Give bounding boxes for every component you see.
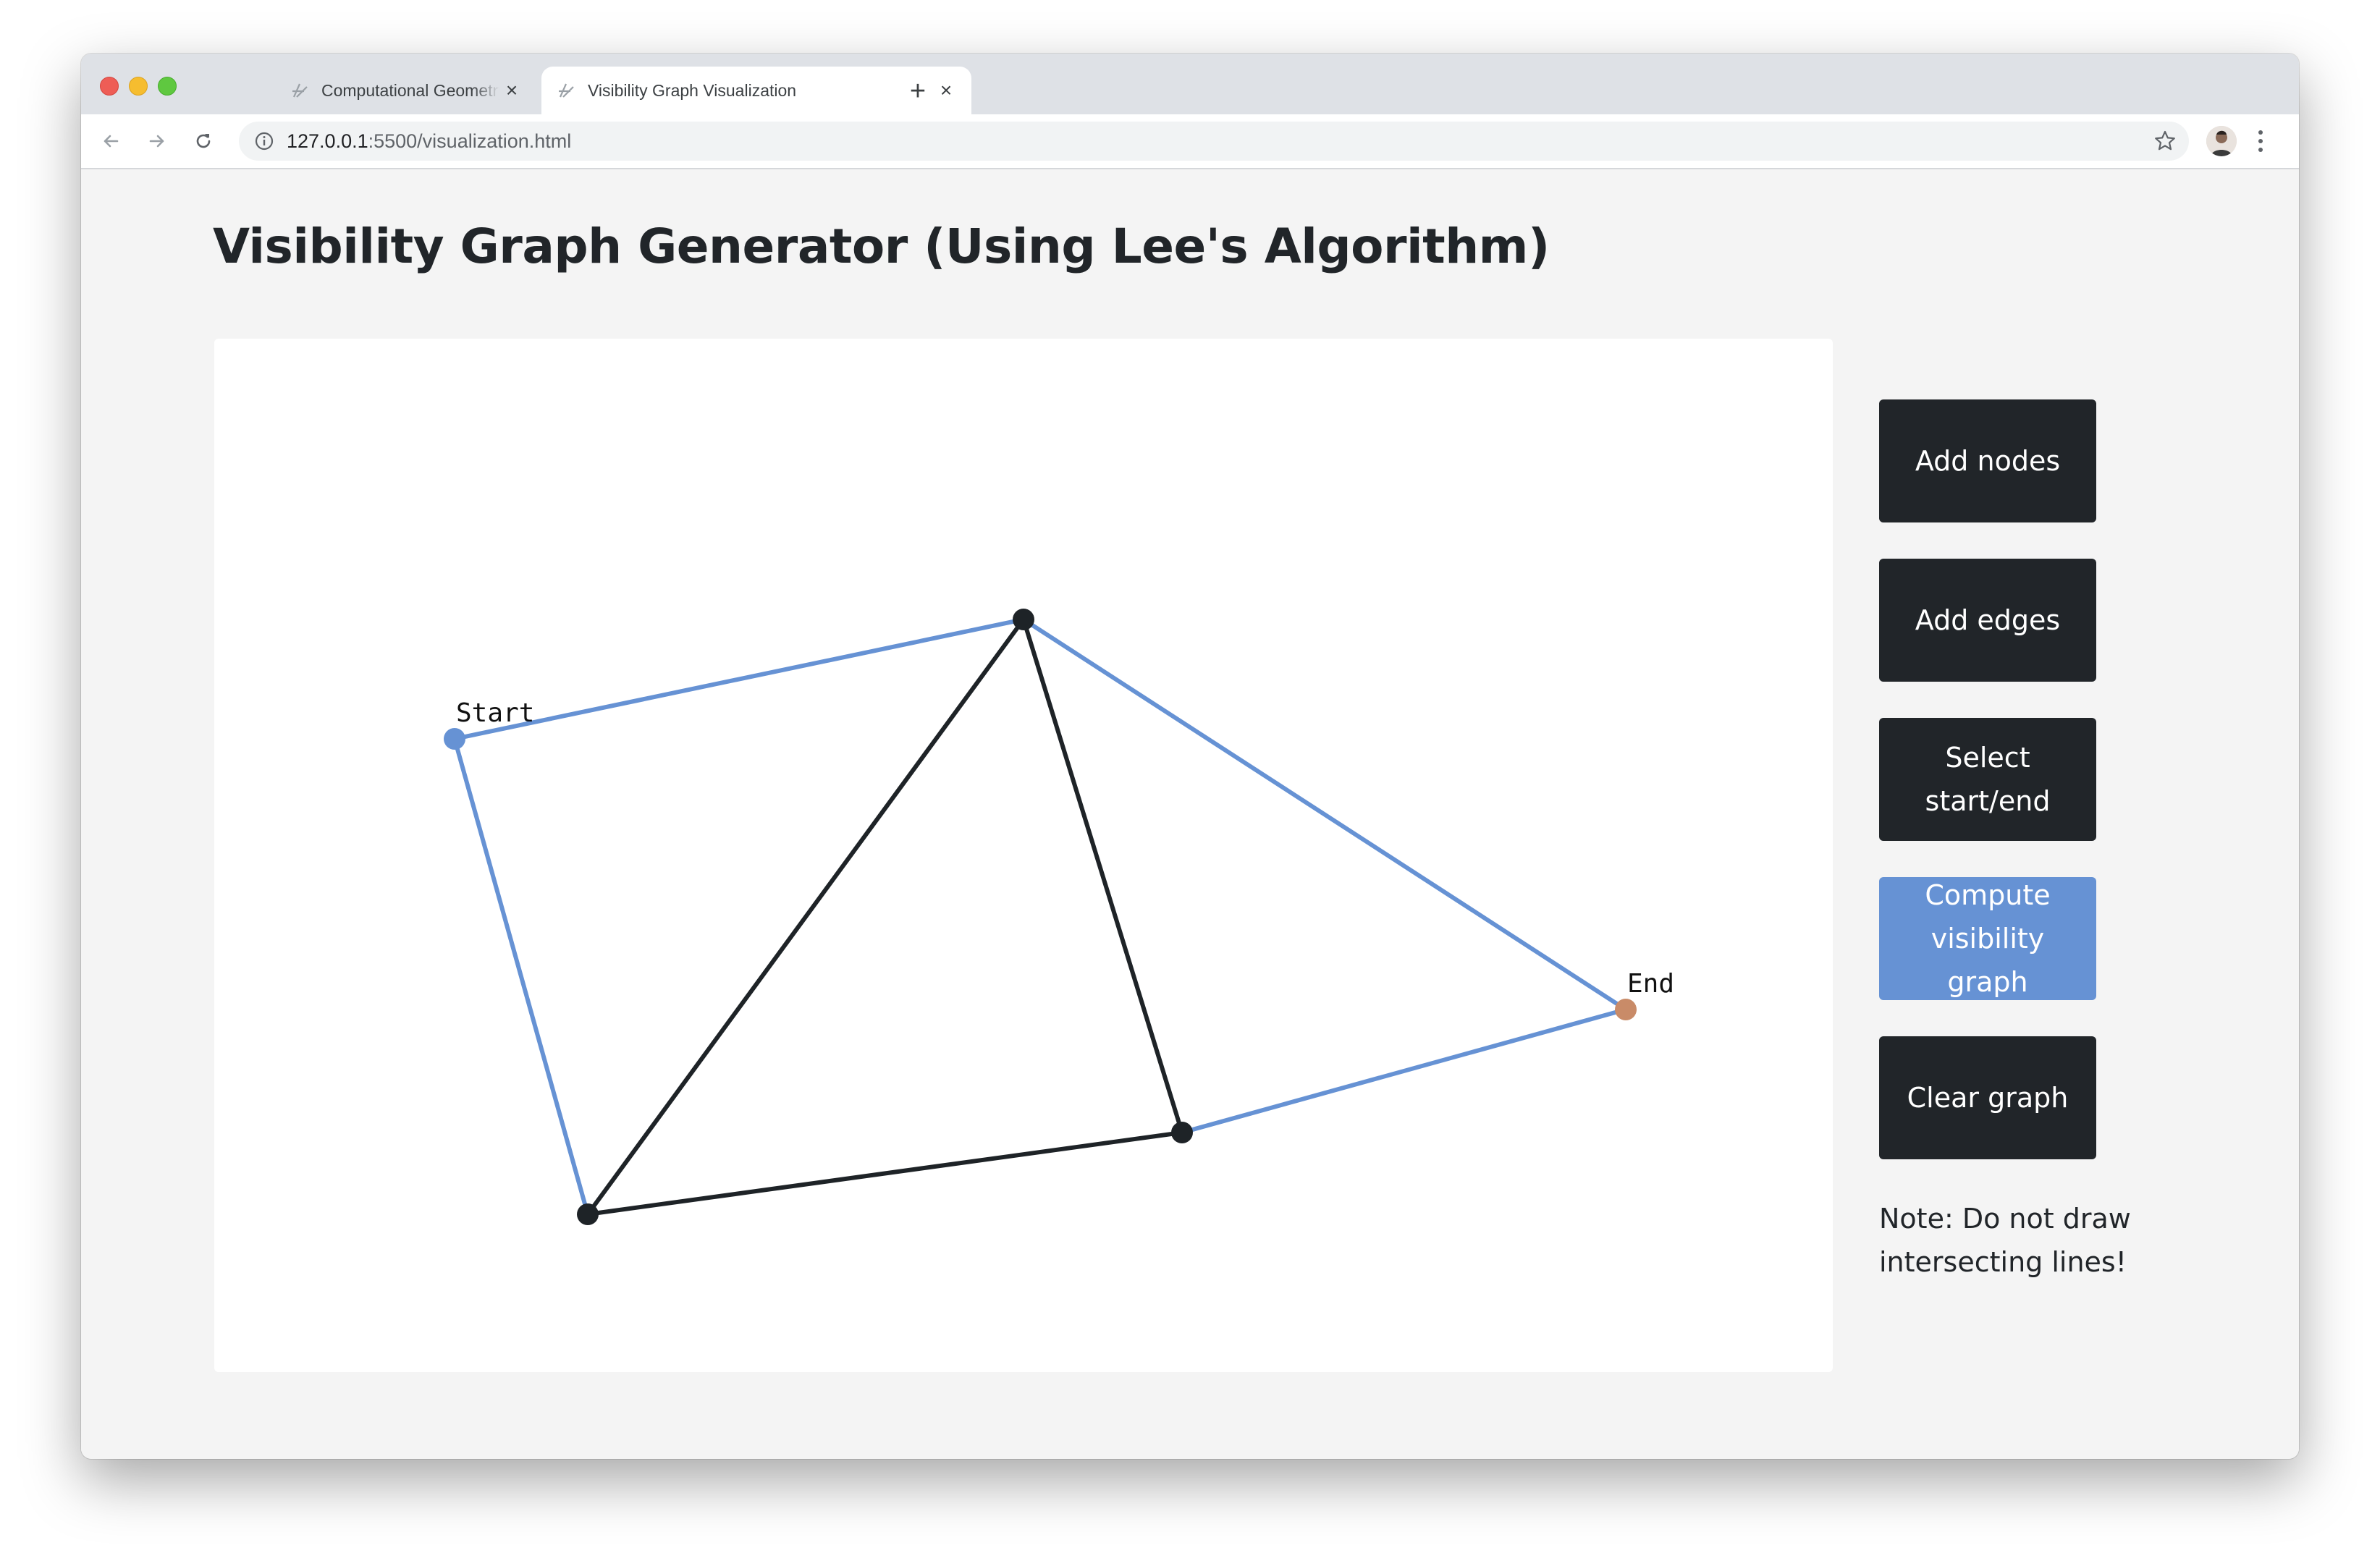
page-content: Visibility Graph Generator (Using Lee's … — [81, 169, 2299, 1459]
add-edges-button[interactable]: Add edges — [1879, 559, 2096, 682]
close-window-button[interactable] — [100, 77, 119, 96]
visibility-edge — [1180, 1007, 1628, 1135]
forward-button[interactable] — [140, 124, 174, 158]
add-nodes-button[interactable]: Add nodes — [1879, 399, 2096, 522]
back-button[interactable] — [94, 124, 127, 158]
obstacle-edge — [586, 617, 1026, 1216]
arrow-right-icon — [149, 135, 164, 148]
start-node[interactable] — [444, 728, 465, 750]
user-avatar-icon — [2206, 126, 2237, 156]
obstacle-edge — [586, 1130, 1184, 1216]
graph-node[interactable] — [577, 1203, 599, 1225]
graph-node[interactable] — [1013, 609, 1034, 630]
visibility-edge — [452, 617, 1026, 741]
new-tab-button[interactable]: + — [902, 75, 934, 107]
minimize-window-button[interactable] — [129, 77, 148, 96]
address-bar[interactable]: 127.0.0.1:5500/visualization.html — [239, 122, 2189, 161]
graph-node[interactable] — [1171, 1122, 1193, 1143]
visibility-edge — [452, 737, 590, 1216]
select-start-end-button[interactable]: Select start/end — [1879, 718, 2096, 841]
page-favicon-icon — [292, 83, 308, 98]
visibility-edge — [1021, 617, 1628, 1012]
maximize-window-button[interactable] — [158, 77, 177, 96]
reload-button[interactable] — [187, 124, 220, 158]
arrow-left-icon — [104, 135, 119, 148]
tab-bar: Computational Geometry and Vis × Visibil… — [81, 54, 2299, 114]
page-favicon-icon — [559, 83, 574, 98]
note-text: Note: Do not draw intersecting lines! — [1879, 1203, 2131, 1278]
tab-computational-geometry[interactable]: Computational Geometry and Vis × — [204, 67, 537, 114]
clear-graph-button[interactable]: Clear graph — [1879, 1036, 2096, 1159]
close-tab-icon[interactable]: × — [499, 78, 524, 103]
browser-toolbar: 127.0.0.1:5500/visualization.html — [81, 114, 2299, 169]
graph-drawing[interactable]: Start End — [214, 339, 1833, 1372]
bookmark-star-icon[interactable] — [2151, 127, 2179, 155]
compute-visibility-graph-button[interactable]: Compute visibility graph — [1879, 877, 2096, 1000]
url-path: :5500/visualization.html — [368, 130, 572, 152]
page-title: Visibility Graph Generator (Using Lee's … — [213, 219, 1550, 274]
graph-canvas[interactable]: Start End — [214, 339, 1833, 1372]
browser-menu-button[interactable] — [2250, 124, 2271, 158]
profile-avatar[interactable] — [2206, 126, 2237, 156]
start-label: Start — [456, 698, 534, 728]
reload-icon — [196, 134, 211, 148]
close-tab-icon[interactable]: × — [934, 78, 958, 103]
end-node[interactable] — [1615, 999, 1637, 1020]
end-label: End — [1627, 969, 1674, 999]
url-text[interactable]: 127.0.0.1:5500/visualization.html — [287, 130, 571, 153]
obstacle-edge — [1021, 617, 1184, 1135]
info-icon[interactable] — [253, 130, 275, 152]
tab-title: Computational Geometry and Vis — [321, 80, 499, 100]
tab-title: Visibility Graph Visualization — [588, 80, 797, 100]
url-host: 127.0.0.1 — [287, 130, 368, 152]
more-vert-icon — [2258, 130, 2263, 135]
browser-window: Computational Geometry and Vis × Visibil… — [81, 54, 2299, 1459]
